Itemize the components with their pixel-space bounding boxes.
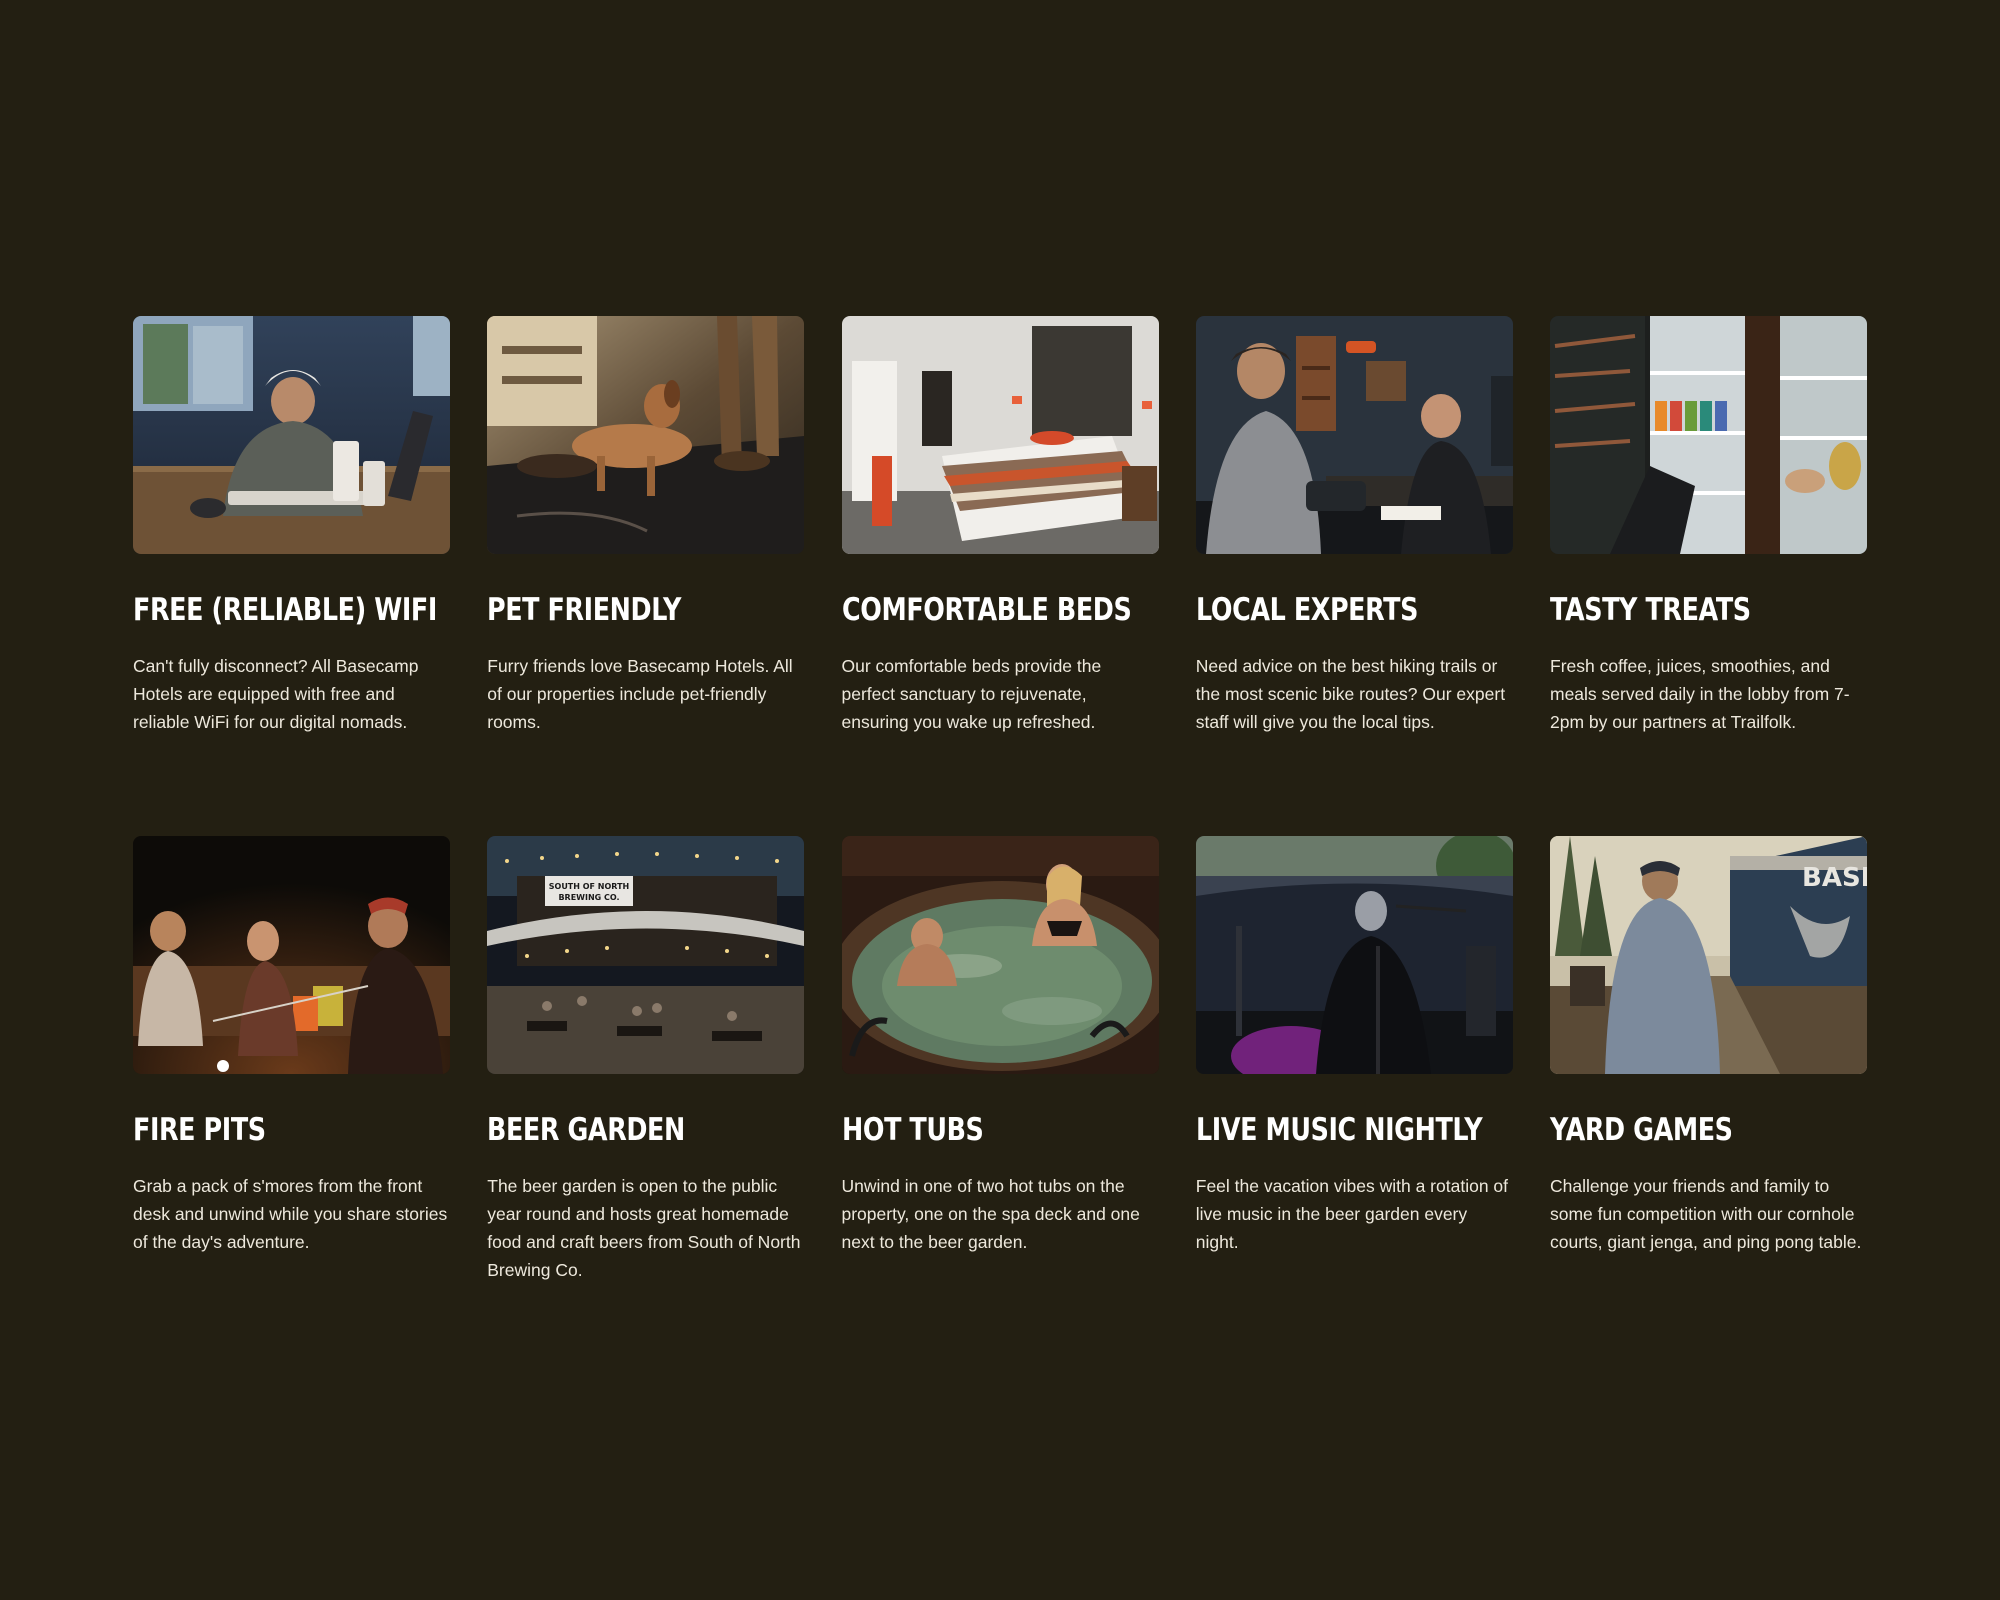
cornhole-photo: BASE (1550, 836, 1867, 1074)
amenity-description: Unwind in one of two hot tubs on the pro… (841, 1176, 1140, 1252)
amenity-card-pet-friendly: Pet Friendly Furry friends love Basecamp… (487, 316, 805, 836)
page: { "amenities": [ { "title": "Free (Relia… (0, 0, 2000, 1600)
bed-photo (841, 316, 1159, 554)
amenity-card-hot-tubs: Hot Tubs Unwind in one of two hot tubs o… (841, 836, 1159, 1356)
dog-photo (487, 316, 805, 554)
amenity-description: Our comfortable beds provide the perfect… (841, 656, 1102, 732)
amenity-title: Fire Pits (133, 1112, 266, 1148)
fire-pit-photo (133, 836, 450, 1074)
amenity-description: Feel the vacation vibes with a rotation … (1195, 1176, 1509, 1252)
wifi-work-photo (133, 316, 450, 554)
amenity-card-tasty-treats: Tasty Treats Fresh coffee, juices, smoot… (1550, 316, 1867, 836)
live-music-photo (1195, 836, 1513, 1074)
amenity-title: Yard Games (1550, 1112, 1733, 1148)
amenity-card-yard-games: BASE Yard Games Challenge your friends a… (1550, 836, 1867, 1356)
amenity-title: Beer Garden (487, 1112, 686, 1148)
amenity-card-local-experts: Local Experts Need advice on the best hi… (1195, 316, 1513, 836)
amenity-description: Grab a pack of s'mores from the front de… (133, 1176, 448, 1252)
amenity-title: Free (Reliable) WiFi (133, 592, 437, 628)
amenity-description: Challenge your friends and family to som… (1550, 1176, 1862, 1252)
brewery-sign-line-2: BREWING CO. (559, 893, 620, 902)
basecamp-sign: BASE (1802, 863, 1867, 893)
amenity-description: Furry friends love Basecamp Hotels. All … (487, 656, 793, 732)
fridge-photo (1550, 316, 1867, 554)
beer-garden-photo: SOUTH OF NORTH BREWING CO. (487, 836, 805, 1074)
amenity-title: Local Experts (1195, 592, 1418, 628)
amenity-card-wifi: Free (Reliable) WiFi Can't fully disconn… (133, 316, 450, 836)
amenity-description: The beer garden is open to the public ye… (487, 1176, 801, 1280)
amenity-card-fire-pits: Fire Pits Grab a pack of s'mores from th… (133, 836, 450, 1356)
amenity-description: Need advice on the best hiking trails or… (1195, 656, 1506, 732)
amenity-description: Can't fully disconnect? All Basecamp Hot… (133, 656, 419, 732)
brewery-sign-line-1: SOUTH OF NORTH (549, 882, 630, 891)
amenity-title: Hot Tubs (841, 1112, 984, 1148)
amenity-title: Comfortable Beds (841, 592, 1132, 628)
amenities-grid: Free (Reliable) WiFi Can't fully disconn… (133, 316, 1867, 1356)
amenity-title: Tasty Treats (1550, 592, 1751, 628)
amenity-title: Pet Friendly (487, 592, 682, 628)
amenity-card-comfortable-beds: Comfortable Beds Our comfortable beds pr… (841, 316, 1159, 836)
hot-tub-photo (841, 836, 1159, 1074)
amenity-card-beer-garden: SOUTH OF NORTH BREWING CO. BEER GARDEN T… (487, 836, 805, 1356)
amenity-card-live-music: Live Music Nightly Feel the vacation vib… (1195, 836, 1513, 1356)
amenity-title: Live Music Nightly (1195, 1112, 1483, 1148)
amenity-description: Fresh coffee, juices, smoothies, and mea… (1550, 656, 1850, 732)
front-desk-photo (1195, 316, 1513, 554)
